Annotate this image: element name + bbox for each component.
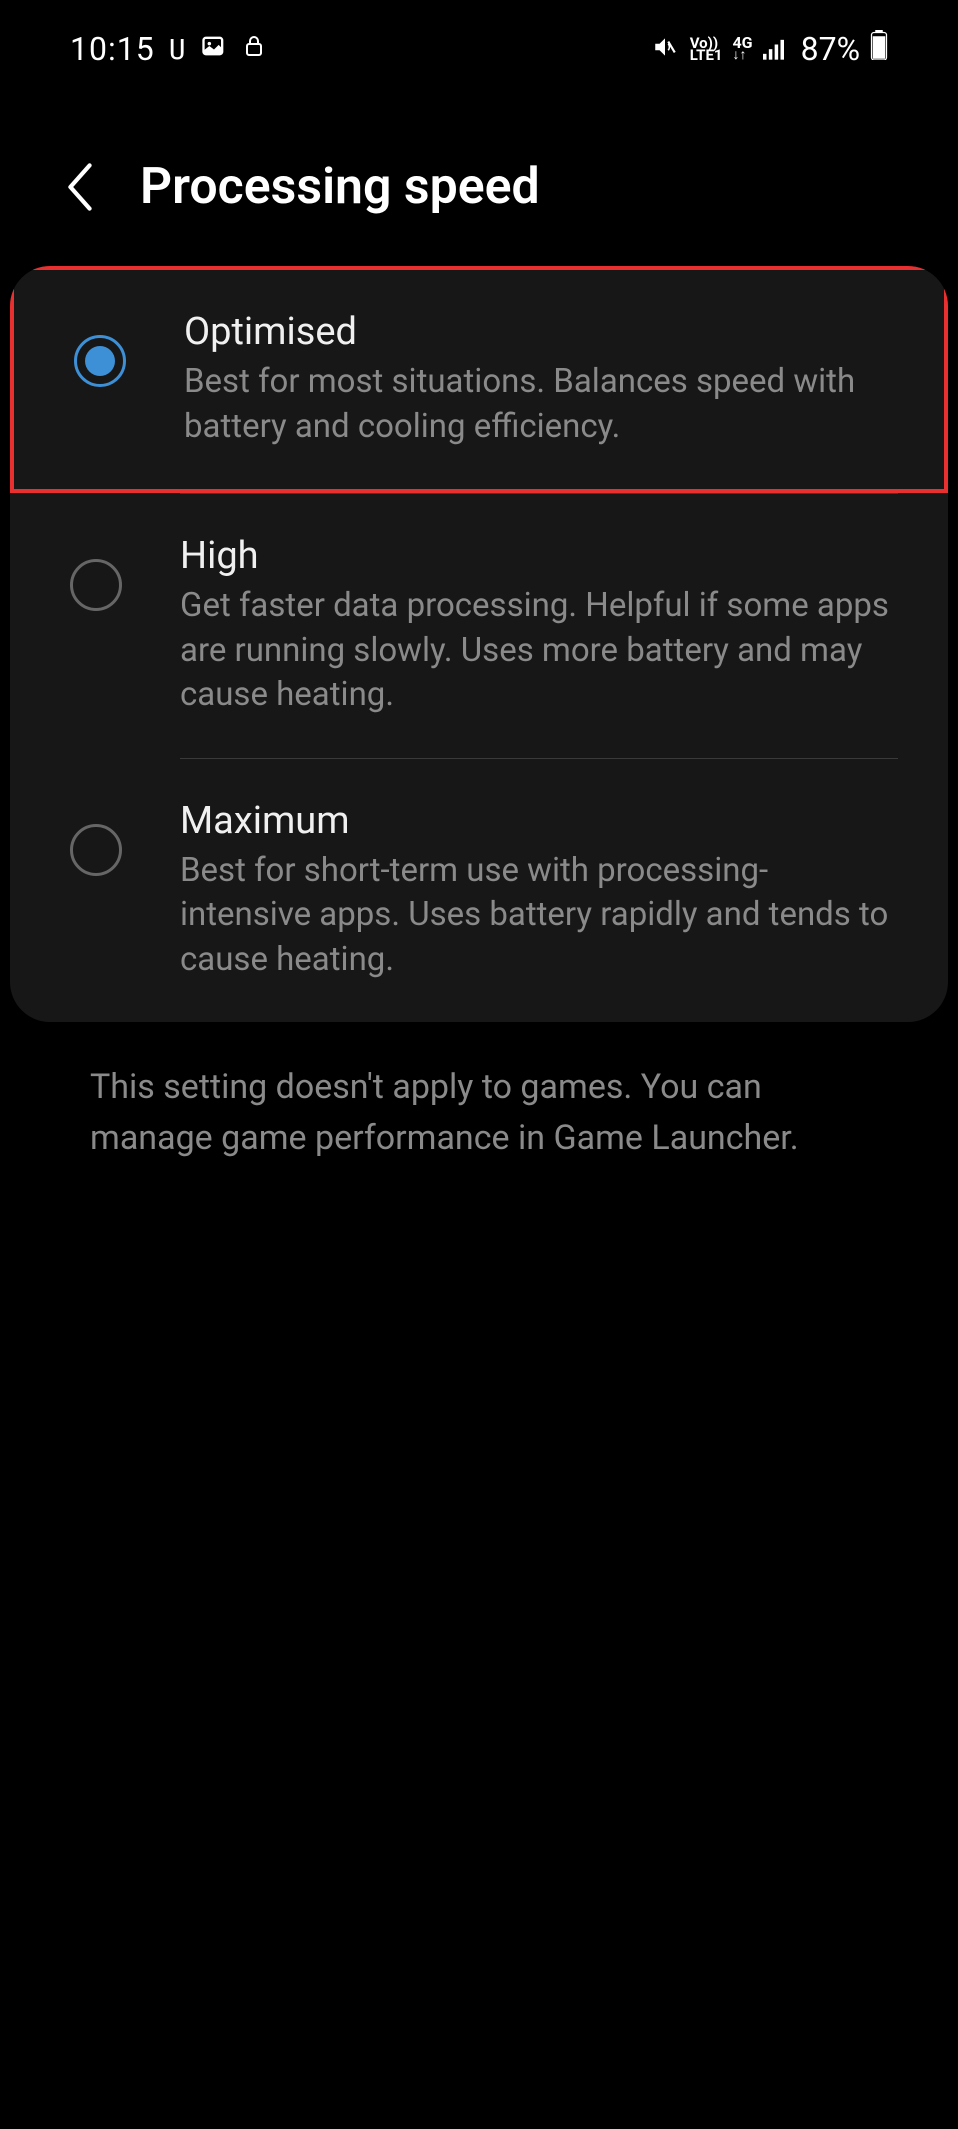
option-high[interactable]: High Get faster data processing. Helpful… xyxy=(10,494,948,758)
chevron-left-icon xyxy=(65,163,95,211)
option-title: Optimised xyxy=(184,310,894,354)
battery-icon xyxy=(870,30,888,68)
options-card: Optimised Best for most situations. Bala… xyxy=(10,266,948,1022)
option-text-high: High Get faster data processing. Helpful… xyxy=(180,534,898,718)
network-type-indicator: 4G ↓↑ xyxy=(733,37,753,61)
radio-optimised[interactable] xyxy=(74,335,126,387)
back-button[interactable] xyxy=(60,167,100,207)
header: Processing speed xyxy=(0,78,958,266)
status-bar: 10:15 U Vo)) LTE1 xyxy=(0,0,958,78)
option-description: Best for most situations. Balances speed… xyxy=(184,360,894,449)
option-description: Best for short-term use with processing-… xyxy=(180,849,898,983)
radio-high[interactable] xyxy=(70,559,122,611)
u-indicator-icon: U xyxy=(169,33,186,66)
option-title: High xyxy=(180,534,898,578)
images-icon xyxy=(200,30,228,68)
option-text-optimised: Optimised Best for most situations. Bala… xyxy=(184,310,894,449)
status-bar-left: 10:15 U xyxy=(70,30,266,68)
status-time: 10:15 xyxy=(70,30,155,68)
option-title: Maximum xyxy=(180,799,898,843)
volte-indicator-icon: Vo)) LTE1 xyxy=(690,37,723,61)
page-title: Processing speed xyxy=(140,158,540,216)
option-description: Get faster data processing. Helpful if s… xyxy=(180,584,898,718)
lock-icon xyxy=(242,30,266,68)
option-optimised[interactable]: Optimised Best for most situations. Bala… xyxy=(10,266,948,493)
mute-icon xyxy=(650,30,680,68)
battery-percentage: 87% xyxy=(801,30,860,68)
footer-note: This setting doesn't apply to games. You… xyxy=(0,1022,958,1164)
option-maximum[interactable]: Maximum Best for short-term use with pro… xyxy=(10,759,948,1023)
data-arrows-icon: ↓↑ xyxy=(733,50,753,61)
status-bar-right: Vo)) LTE1 4G ↓↑ 87% xyxy=(650,30,888,68)
radio-maximum[interactable] xyxy=(70,824,122,876)
option-text-maximum: Maximum Best for short-term use with pro… xyxy=(180,799,898,983)
signal-strength-icon xyxy=(763,30,791,68)
